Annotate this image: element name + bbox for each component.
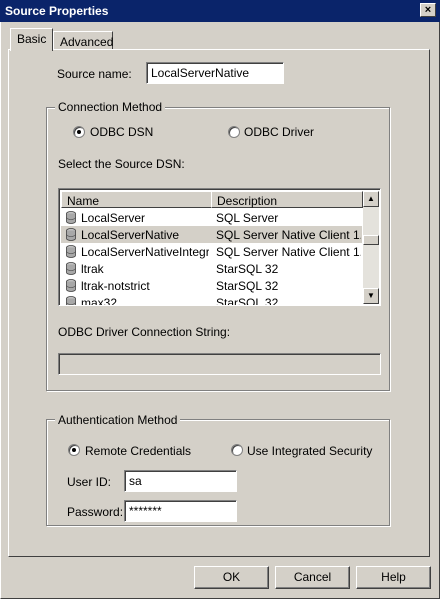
odbc-dsn-radio[interactable] — [73, 126, 85, 138]
title-bar: Source Properties × — [0, 0, 440, 22]
window-title: Source Properties — [5, 4, 109, 18]
tab-advanced-label: Advanced — [60, 35, 114, 49]
dsn-row[interactable]: max32 StarSQL 32 — [61, 294, 362, 306]
driver-string-input[interactable] — [58, 353, 381, 375]
database-icon — [66, 279, 76, 292]
scroll-up-icon: ▲ — [367, 194, 375, 203]
scroll-up-button[interactable]: ▲ — [363, 191, 379, 207]
dsn-row-name: ltrak — [81, 262, 104, 276]
integrated-security-radio[interactable] — [231, 444, 243, 456]
dsn-row[interactable]: LocalServer SQL Server — [61, 209, 362, 226]
scroll-thumb[interactable] — [363, 235, 379, 245]
tab-basic-label: Basic — [17, 32, 47, 46]
dsn-row[interactable]: ltrak StarSQL 32 — [61, 260, 362, 277]
dsn-row-description: StarSQL 32 — [216, 279, 279, 293]
dsn-row-description: SQL Server — [216, 211, 279, 225]
source-name-input[interactable] — [146, 62, 284, 84]
driver-string-label: ODBC Driver Connection String: — [58, 325, 231, 339]
dsn-row-selected[interactable]: LocalServerNative SQL Server Native Clie… — [61, 226, 362, 243]
dsn-row-name: max32 — [81, 296, 118, 306]
database-icon — [66, 296, 76, 305]
database-icon — [66, 245, 76, 258]
ok-button-label: OK — [222, 570, 241, 584]
dsn-row-description: StarSQL 32 — [216, 296, 279, 306]
dsn-row[interactable]: ltrak-notstrict StarSQL 32 — [61, 277, 362, 294]
dsn-list[interactable]: Name Description LocalServer SQL Server … — [58, 188, 381, 306]
dsn-row-name: LocalServer — [81, 211, 146, 225]
close-icon: × — [424, 4, 432, 16]
odbc-dsn-label[interactable]: ODBC DSN — [90, 125, 153, 139]
integrated-security-label[interactable]: Use Integrated Security — [247, 444, 372, 458]
password-label: Password: — [67, 505, 124, 519]
dsn-row[interactable]: LocalServerNativeIntegr... SQL Server Na… — [61, 243, 362, 260]
close-button[interactable]: × — [420, 3, 436, 17]
password-input[interactable] — [124, 500, 237, 522]
tab-advanced[interactable]: Advanced — [53, 31, 113, 49]
help-button[interactable]: Help — [356, 566, 431, 589]
help-button-label: Help — [381, 570, 406, 584]
dsn-row-description: SQL Server Native Client 1... — [216, 245, 361, 259]
database-icon — [66, 262, 76, 275]
column-header-description[interactable]: Description — [211, 191, 363, 208]
user-id-input[interactable] — [124, 470, 237, 492]
odbc-driver-radio[interactable] — [228, 126, 240, 138]
database-icon — [66, 228, 76, 241]
user-id-label: User ID: — [67, 475, 112, 489]
column-header-name[interactable]: Name — [61, 191, 212, 208]
authentication-legend: Authentication Method — [55, 413, 181, 427]
dsn-row-name: LocalServerNative — [81, 228, 180, 242]
source-name-label: Source name: — [57, 67, 132, 81]
dsn-row-name: LocalServerNativeIntegr... — [81, 245, 209, 259]
database-icon — [66, 211, 76, 224]
select-dsn-label: Select the Source DSN: — [58, 157, 185, 171]
dsn-row-name: ltrak-notstrict — [81, 279, 150, 293]
cancel-button[interactable]: Cancel — [275, 566, 350, 589]
scroll-down-button[interactable]: ▼ — [363, 288, 379, 304]
scroll-down-icon: ▼ — [367, 291, 375, 300]
tab-basic[interactable]: Basic — [10, 28, 53, 51]
dsn-row-description: StarSQL 32 — [216, 262, 279, 276]
odbc-driver-label[interactable]: ODBC Driver — [244, 125, 314, 139]
cancel-button-label: Cancel — [293, 570, 332, 584]
dsn-list-scrollbar[interactable]: ▲ ▼ — [363, 191, 379, 304]
remote-credentials-radio[interactable] — [68, 444, 80, 456]
dsn-row-description: SQL Server Native Client 1... — [216, 228, 361, 242]
ok-button[interactable]: OK — [194, 566, 269, 589]
remote-credentials-label[interactable]: Remote Credentials — [85, 444, 191, 458]
connection-method-legend: Connection Method — [55, 100, 166, 114]
